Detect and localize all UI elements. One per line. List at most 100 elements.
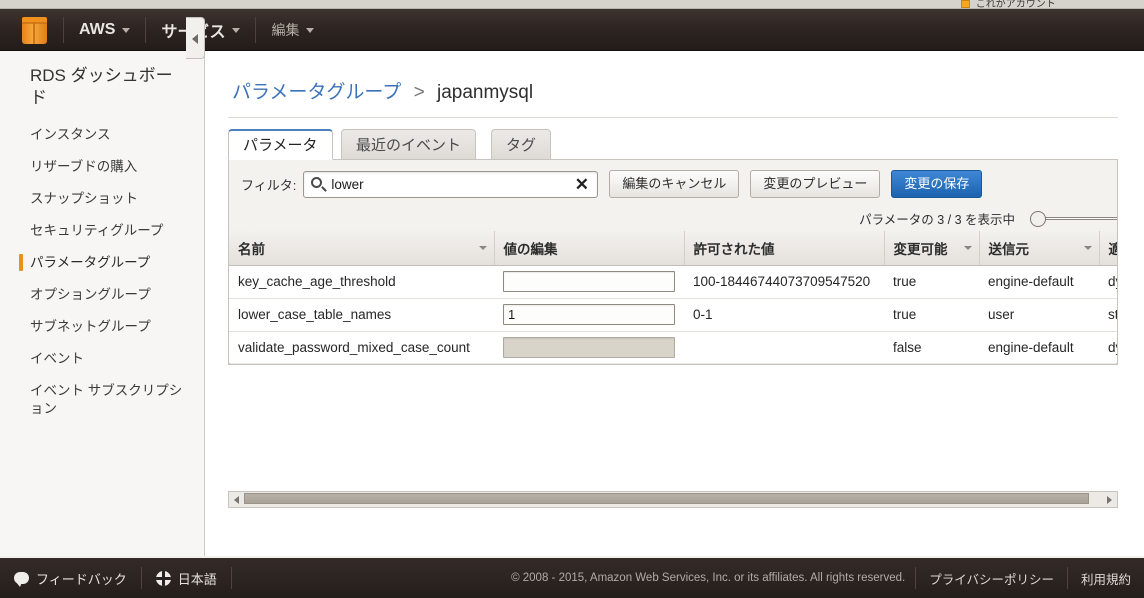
cell-source: user [979, 298, 1099, 332]
column-header-allowed-values-label: 許可された値 [693, 241, 775, 257]
sidebar-collapse-button[interactable] [186, 17, 205, 59]
sidebar-item-snapshots[interactable]: スナップショット [0, 183, 204, 215]
footer-divider [230, 567, 232, 589]
aws-cube-logo[interactable] [22, 16, 47, 44]
slider-track [1037, 216, 1117, 220]
sidebar-item-instances[interactable]: インスタンス [0, 119, 204, 151]
sort-chevron-down-icon [963, 246, 972, 250]
breadcrumb: パラメータグループ > japanmysql [206, 51, 1144, 104]
speech-bubble-icon [14, 572, 29, 587]
sidebar-item-reserved-purchase[interactable]: リザーブドの購入 [0, 151, 204, 183]
cell-apply-type: static [1099, 298, 1117, 332]
privacy-policy-link[interactable]: プライバシーポリシー [916, 569, 1067, 588]
sidebar: RDS ダッシュボード インスタンス リザーブドの購入 スナップショット セキュ… [0, 51, 205, 556]
breadcrumb-divider [228, 117, 1118, 118]
aws-rds-console: これがアカウント AWS サービス 編集 [0, 0, 1144, 598]
top-navigation-bar: AWS サービス 編集 [0, 9, 1144, 51]
page-size-slider[interactable] [1027, 210, 1117, 228]
cancel-edit-label: 編集のキャンセル [622, 176, 727, 191]
table-horizontal-scrollbar[interactable] [229, 363, 1117, 365]
sidebar-item-event-subscriptions[interactable]: イベント サブスクリプション [0, 375, 204, 425]
cell-modifiable: false [884, 331, 979, 363]
param-value-input[interactable] [503, 271, 675, 292]
parameters-panel: フィルタ: lower ✕ 編集のキャンセル 変更のプレビュー 変更の保存 パラ… [228, 160, 1118, 365]
table-row: key_cache_age_threshold 100-184467440737… [229, 265, 1117, 299]
filter-search-box[interactable]: lower ✕ [303, 170, 599, 198]
cell-modifiable: true [884, 265, 979, 299]
column-header-edit-value[interactable]: 値の編集 [494, 231, 685, 266]
column-header-allowed-values[interactable]: 許可された値 [684, 231, 885, 266]
footer: フィードバック 日本語 © 2008 - 2015, Amazon Web Se… [0, 556, 1144, 598]
cancel-edit-button[interactable]: 編集のキャンセル [609, 170, 740, 198]
feedback-button[interactable]: フィードバック [0, 565, 141, 591]
column-header-name[interactable]: 名前 [229, 231, 495, 266]
parameters-table-wrapper: 名前 値の編集 許可された値 変更可能 送信元 key_cache_age_th… [229, 231, 1117, 363]
bookmark-label: これがアカウント [975, 0, 1056, 9]
browser-bookmark-item[interactable]: これがアカウント [961, 0, 1136, 9]
column-header-apply-type[interactable]: 適用 [1099, 231, 1117, 266]
table-row: validate_password_mixed_case_count false… [229, 331, 1117, 363]
sidebar-nav-list: インスタンス リザーブドの購入 スナップショット セキュリティグループ パラメー… [0, 119, 204, 425]
column-header-name-label: 名前 [238, 241, 265, 257]
sidebar-item-subnet-groups[interactable]: サブネットグループ [0, 311, 204, 343]
table-header-row: 名前 値の編集 許可された値 変更可能 送信元 [229, 231, 1117, 266]
browser-bookmark-bar: これがアカウント [0, 0, 1144, 9]
tab-parameters-label: パラメータ [243, 137, 318, 154]
chevron-down-icon [122, 27, 131, 33]
scroll-right-icon[interactable] [1103, 492, 1117, 505]
cell-param-name: lower_case_table_names [229, 298, 494, 332]
tab-recent-events-label: 最近のイベント [356, 137, 462, 154]
search-icon [311, 176, 323, 188]
result-count-text: パラメータの 3 / 3 を表示中 [859, 213, 1015, 227]
sort-chevron-down-icon [1083, 246, 1092, 250]
chevron-down-icon [232, 27, 241, 33]
cell-source: engine-default [979, 265, 1099, 299]
sidebar-item-label: イベント サブスクリプション [30, 383, 183, 416]
globe-icon [155, 570, 171, 586]
sort-chevron-down-icon [478, 246, 487, 250]
cell-allowed-values: 0-1 [684, 298, 884, 332]
scrollbar-thumb[interactable] [244, 493, 1089, 504]
cell-param-name: validate_password_mixed_case_count [229, 331, 494, 363]
tab-tags[interactable]: タグ [491, 129, 552, 160]
sidebar-item-security-groups[interactable]: セキュリティグループ [0, 215, 204, 247]
slider-knob[interactable] [1030, 210, 1046, 227]
param-value-input[interactable] [503, 304, 675, 325]
cell-edit-value [494, 265, 684, 299]
page-horizontal-scrollbar[interactable] [228, 491, 1118, 508]
parameters-table: 名前 値の編集 許可された値 変更可能 送信元 key_cache_age_th… [229, 231, 1117, 363]
language-selector[interactable]: 日本語 [142, 565, 231, 591]
cell-edit-value [494, 298, 684, 332]
scrollbar-thumb[interactable] [245, 364, 657, 365]
cell-apply-type: dyna [1099, 265, 1117, 299]
nav-menu-edit[interactable]: 編集 [256, 9, 329, 51]
sidebar-item-option-groups[interactable]: オプショングループ [0, 279, 204, 311]
main-content: パラメータグループ > japanmysql パラメータ 最近のイベント タグ … [206, 51, 1144, 556]
column-header-source[interactable]: 送信元 [979, 231, 1100, 266]
table-row: lower_case_table_names 0-1 true user sta… [229, 298, 1117, 332]
save-changes-button[interactable]: 変更の保存 [891, 170, 983, 198]
tab-tags-label: タグ [506, 137, 537, 154]
terms-of-use-link[interactable]: 利用規約 [1068, 569, 1144, 588]
scroll-left-icon[interactable] [229, 492, 243, 505]
preview-changes-button[interactable]: 変更のプレビュー [750, 170, 881, 198]
sidebar-item-label: インスタンス [30, 127, 111, 142]
sidebar-item-label: オプショングループ [30, 287, 151, 302]
parameters-toolbar: フィルタ: lower ✕ 編集のキャンセル 変更のプレビュー 変更の保存 [229, 160, 1117, 208]
tab-parameters[interactable]: パラメータ [228, 129, 333, 160]
column-header-modifiable[interactable]: 変更可能 [884, 231, 980, 266]
language-label: 日本語 [177, 571, 217, 587]
column-header-source-label: 送信元 [988, 241, 1030, 257]
sidebar-item-label: イベント [30, 351, 84, 366]
param-value-input-disabled [503, 337, 675, 358]
clear-filter-icon[interactable]: ✕ [573, 175, 590, 194]
sidebar-item-events[interactable]: イベント [0, 343, 204, 375]
save-changes-label: 変更の保存 [904, 176, 970, 191]
breadcrumb-parent-link[interactable]: パラメータグループ [232, 82, 401, 103]
nav-menu-aws[interactable]: AWS [64, 9, 145, 51]
sidebar-item-parameter-groups[interactable]: パラメータグループ [0, 247, 204, 279]
sidebar-title-rds-dashboard[interactable]: RDS ダッシュボード [0, 51, 204, 115]
tab-recent-events[interactable]: 最近のイベント [341, 129, 477, 160]
scroll-left-icon[interactable] [230, 363, 244, 364]
cell-edit-value [494, 331, 684, 363]
